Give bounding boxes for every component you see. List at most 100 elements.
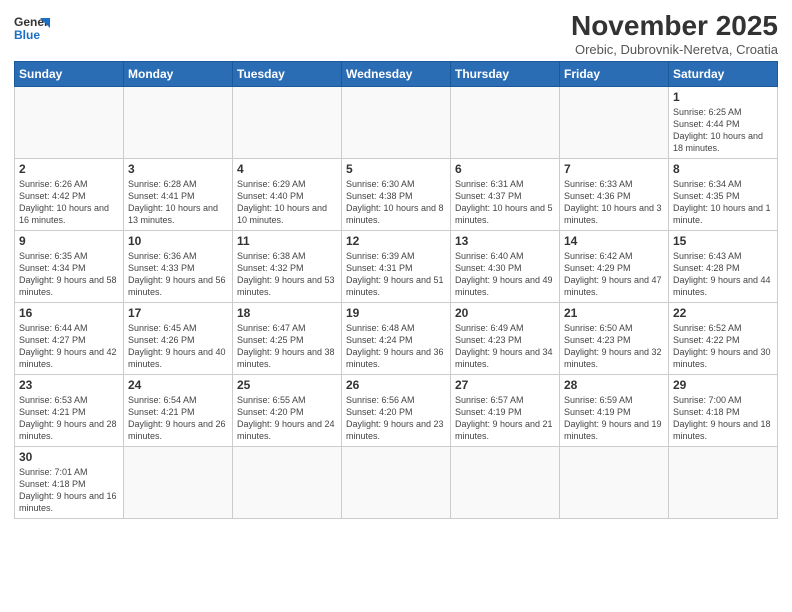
day-number: 29 bbox=[673, 378, 773, 392]
day-info: Sunrise: 6:50 AM Sunset: 4:23 PM Dayligh… bbox=[564, 322, 664, 371]
header-wednesday: Wednesday bbox=[342, 62, 451, 87]
calendar-subtitle: Orebic, Dubrovnik-Neretva, Croatia bbox=[571, 42, 778, 57]
header-sunday: Sunday bbox=[15, 62, 124, 87]
day-info: Sunrise: 6:49 AM Sunset: 4:23 PM Dayligh… bbox=[455, 322, 555, 371]
day-cell: 20 Sunrise: 6:49 AM Sunset: 4:23 PM Dayli… bbox=[451, 303, 560, 375]
day-info: Sunrise: 6:33 AM Sunset: 4:36 PM Dayligh… bbox=[564, 178, 664, 227]
title-block: November 2025 Orebic, Dubrovnik-Neretva,… bbox=[571, 10, 778, 57]
day-number: 19 bbox=[346, 306, 446, 320]
day-cell: 29 Sunrise: 7:00 AM Sunset: 4:18 PM Dayli… bbox=[669, 375, 778, 447]
header-saturday: Saturday bbox=[669, 62, 778, 87]
day-cell: 19 Sunrise: 6:48 AM Sunset: 4:24 PM Dayli… bbox=[342, 303, 451, 375]
day-cell bbox=[342, 87, 451, 159]
calendar-table: Sunday Monday Tuesday Wednesday Thursday… bbox=[14, 61, 778, 519]
day-cell bbox=[669, 447, 778, 519]
day-info: Sunrise: 7:01 AM Sunset: 4:18 PM Dayligh… bbox=[19, 466, 119, 515]
logo-icon: General Blue bbox=[14, 10, 50, 46]
day-info: Sunrise: 6:57 AM Sunset: 4:19 PM Dayligh… bbox=[455, 394, 555, 443]
day-info: Sunrise: 6:38 AM Sunset: 4:32 PM Dayligh… bbox=[237, 250, 337, 299]
day-info: Sunrise: 6:26 AM Sunset: 4:42 PM Dayligh… bbox=[19, 178, 119, 227]
day-number: 7 bbox=[564, 162, 664, 176]
day-cell bbox=[451, 87, 560, 159]
day-cell bbox=[451, 447, 560, 519]
day-number: 12 bbox=[346, 234, 446, 248]
day-info: Sunrise: 6:45 AM Sunset: 4:26 PM Dayligh… bbox=[128, 322, 228, 371]
day-cell: 15 Sunrise: 6:43 AM Sunset: 4:28 PM Dayli… bbox=[669, 231, 778, 303]
day-number: 3 bbox=[128, 162, 228, 176]
header-tuesday: Tuesday bbox=[233, 62, 342, 87]
day-info: Sunrise: 6:55 AM Sunset: 4:20 PM Dayligh… bbox=[237, 394, 337, 443]
day-info: Sunrise: 6:53 AM Sunset: 4:21 PM Dayligh… bbox=[19, 394, 119, 443]
day-cell: 2Sunrise: 6:26 AM Sunset: 4:42 PM Daylig… bbox=[15, 159, 124, 231]
week-row-1: 2Sunrise: 6:26 AM Sunset: 4:42 PM Daylig… bbox=[15, 159, 778, 231]
header-thursday: Thursday bbox=[451, 62, 560, 87]
day-number: 4 bbox=[237, 162, 337, 176]
day-number: 14 bbox=[564, 234, 664, 248]
day-info: Sunrise: 7:00 AM Sunset: 4:18 PM Dayligh… bbox=[673, 394, 773, 443]
day-info: Sunrise: 6:52 AM Sunset: 4:22 PM Dayligh… bbox=[673, 322, 773, 371]
day-number: 15 bbox=[673, 234, 773, 248]
header: General Blue November 2025 Orebic, Dubro… bbox=[14, 10, 778, 57]
day-info: Sunrise: 6:54 AM Sunset: 4:21 PM Dayligh… bbox=[128, 394, 228, 443]
day-info: Sunrise: 6:42 AM Sunset: 4:29 PM Dayligh… bbox=[564, 250, 664, 299]
day-cell: 5Sunrise: 6:30 AM Sunset: 4:38 PM Daylig… bbox=[342, 159, 451, 231]
day-cell: 27Sunrise: 6:57 AM Sunset: 4:19 PM Dayli… bbox=[451, 375, 560, 447]
day-info: Sunrise: 6:28 AM Sunset: 4:41 PM Dayligh… bbox=[128, 178, 228, 227]
week-row-4: 23 Sunrise: 6:53 AM Sunset: 4:21 PM Dayli… bbox=[15, 375, 778, 447]
day-number: 23 bbox=[19, 378, 119, 392]
day-info: Sunrise: 6:59 AM Sunset: 4:19 PM Dayligh… bbox=[564, 394, 664, 443]
day-number: 10 bbox=[128, 234, 228, 248]
day-info: Sunrise: 6:44 AM Sunset: 4:27 PM Dayligh… bbox=[19, 322, 119, 371]
day-cell: 23 Sunrise: 6:53 AM Sunset: 4:21 PM Dayli… bbox=[15, 375, 124, 447]
day-info: Sunrise: 6:47 AM Sunset: 4:25 PM Dayligh… bbox=[237, 322, 337, 371]
calendar-title: November 2025 bbox=[571, 10, 778, 42]
day-number: 24 bbox=[128, 378, 228, 392]
day-number: 13 bbox=[455, 234, 555, 248]
day-info: Sunrise: 6:35 AM Sunset: 4:34 PM Dayligh… bbox=[19, 250, 119, 299]
day-number: 8 bbox=[673, 162, 773, 176]
day-cell: 11Sunrise: 6:38 AM Sunset: 4:32 PM Dayli… bbox=[233, 231, 342, 303]
logo: General Blue bbox=[14, 10, 50, 46]
week-row-2: 9 Sunrise: 6:35 AM Sunset: 4:34 PM Daylig… bbox=[15, 231, 778, 303]
day-number: 17 bbox=[128, 306, 228, 320]
day-info: Sunrise: 6:39 AM Sunset: 4:31 PM Dayligh… bbox=[346, 250, 446, 299]
day-cell bbox=[124, 447, 233, 519]
day-cell: 28 Sunrise: 6:59 AM Sunset: 4:19 PM Dayli… bbox=[560, 375, 669, 447]
day-info: Sunrise: 6:34 AM Sunset: 4:35 PM Dayligh… bbox=[673, 178, 773, 227]
day-number: 25 bbox=[237, 378, 337, 392]
day-cell: 16Sunrise: 6:44 AM Sunset: 4:27 PM Dayli… bbox=[15, 303, 124, 375]
day-info: Sunrise: 6:40 AM Sunset: 4:30 PM Dayligh… bbox=[455, 250, 555, 299]
day-cell: 8 Sunrise: 6:34 AM Sunset: 4:35 PM Daylig… bbox=[669, 159, 778, 231]
weekday-header-row: Sunday Monday Tuesday Wednesday Thursday… bbox=[15, 62, 778, 87]
day-cell bbox=[560, 447, 669, 519]
day-number: 28 bbox=[564, 378, 664, 392]
day-cell: 12 Sunrise: 6:39 AM Sunset: 4:31 PM Dayli… bbox=[342, 231, 451, 303]
week-row-0: 1Sunrise: 6:25 AM Sunset: 4:44 PM Daylig… bbox=[15, 87, 778, 159]
day-cell: 18 Sunrise: 6:47 AM Sunset: 4:25 PM Dayli… bbox=[233, 303, 342, 375]
day-cell: 25 Sunrise: 6:55 AM Sunset: 4:20 PM Dayli… bbox=[233, 375, 342, 447]
day-cell: 13 Sunrise: 6:40 AM Sunset: 4:30 PM Dayli… bbox=[451, 231, 560, 303]
week-row-5: 30Sunrise: 7:01 AM Sunset: 4:18 PM Dayli… bbox=[15, 447, 778, 519]
day-cell: 24 Sunrise: 6:54 AM Sunset: 4:21 PM Dayli… bbox=[124, 375, 233, 447]
day-info: Sunrise: 6:48 AM Sunset: 4:24 PM Dayligh… bbox=[346, 322, 446, 371]
day-number: 18 bbox=[237, 306, 337, 320]
day-cell: 26Sunrise: 6:56 AM Sunset: 4:20 PM Dayli… bbox=[342, 375, 451, 447]
day-number: 26 bbox=[346, 378, 446, 392]
day-number: 22 bbox=[673, 306, 773, 320]
day-cell: 3 Sunrise: 6:28 AM Sunset: 4:41 PM Daylig… bbox=[124, 159, 233, 231]
day-cell bbox=[560, 87, 669, 159]
day-number: 5 bbox=[346, 162, 446, 176]
day-number: 20 bbox=[455, 306, 555, 320]
week-row-3: 16Sunrise: 6:44 AM Sunset: 4:27 PM Dayli… bbox=[15, 303, 778, 375]
day-cell bbox=[342, 447, 451, 519]
day-cell bbox=[233, 447, 342, 519]
day-cell bbox=[15, 87, 124, 159]
day-number: 9 bbox=[19, 234, 119, 248]
day-info: Sunrise: 6:31 AM Sunset: 4:37 PM Dayligh… bbox=[455, 178, 555, 227]
svg-text:Blue: Blue bbox=[14, 28, 40, 42]
header-friday: Friday bbox=[560, 62, 669, 87]
day-cell: 4Sunrise: 6:29 AM Sunset: 4:40 PM Daylig… bbox=[233, 159, 342, 231]
day-info: Sunrise: 6:43 AM Sunset: 4:28 PM Dayligh… bbox=[673, 250, 773, 299]
day-info: Sunrise: 6:36 AM Sunset: 4:33 PM Dayligh… bbox=[128, 250, 228, 299]
day-cell: 6Sunrise: 6:31 AM Sunset: 4:37 PM Daylig… bbox=[451, 159, 560, 231]
